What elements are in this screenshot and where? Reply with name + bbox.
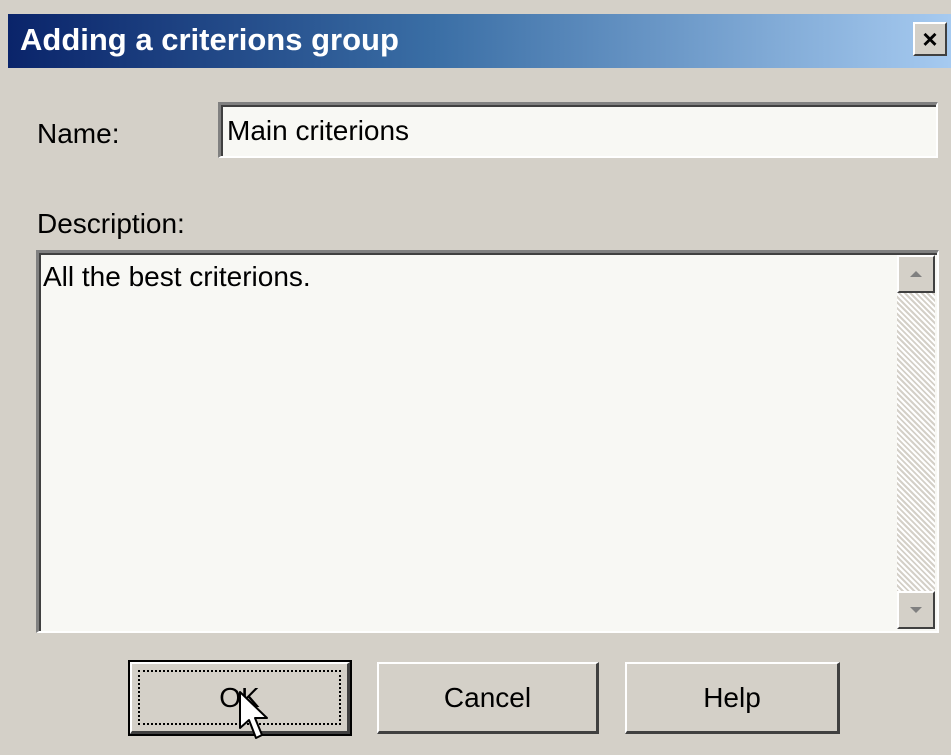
name-label: Name:: [37, 118, 120, 149]
name-input[interactable]: Main criterions: [218, 102, 938, 158]
close-icon: ×: [922, 24, 938, 54]
cancel-button[interactable]: Cancel: [377, 662, 599, 734]
focus-rectangle: [138, 670, 341, 725]
description-scrollbar[interactable]: [897, 255, 935, 629]
help-button[interactable]: Help: [625, 662, 840, 734]
help-button-label: Help: [703, 681, 761, 713]
cancel-button-label: Cancel: [443, 681, 532, 713]
dialog-window: Adding a criterions group × Name: Main c…: [0, 0, 951, 755]
scroll-up-button[interactable]: [897, 255, 935, 293]
scroll-down-button[interactable]: [897, 591, 935, 629]
title-bar[interactable]: Adding a criterions group ×: [8, 14, 951, 68]
description-label: Description:: [37, 208, 185, 239]
description-textarea[interactable]: All the best criterions.: [36, 250, 939, 633]
close-button[interactable]: ×: [913, 22, 947, 56]
dialog-title: Adding a criterions group: [20, 22, 399, 57]
scroll-up-arrow-icon: [910, 271, 922, 277]
scroll-down-arrow-icon: [910, 607, 922, 613]
ok-button[interactable]: OK: [128, 660, 352, 736]
description-text: All the best criterions.: [43, 261, 311, 292]
